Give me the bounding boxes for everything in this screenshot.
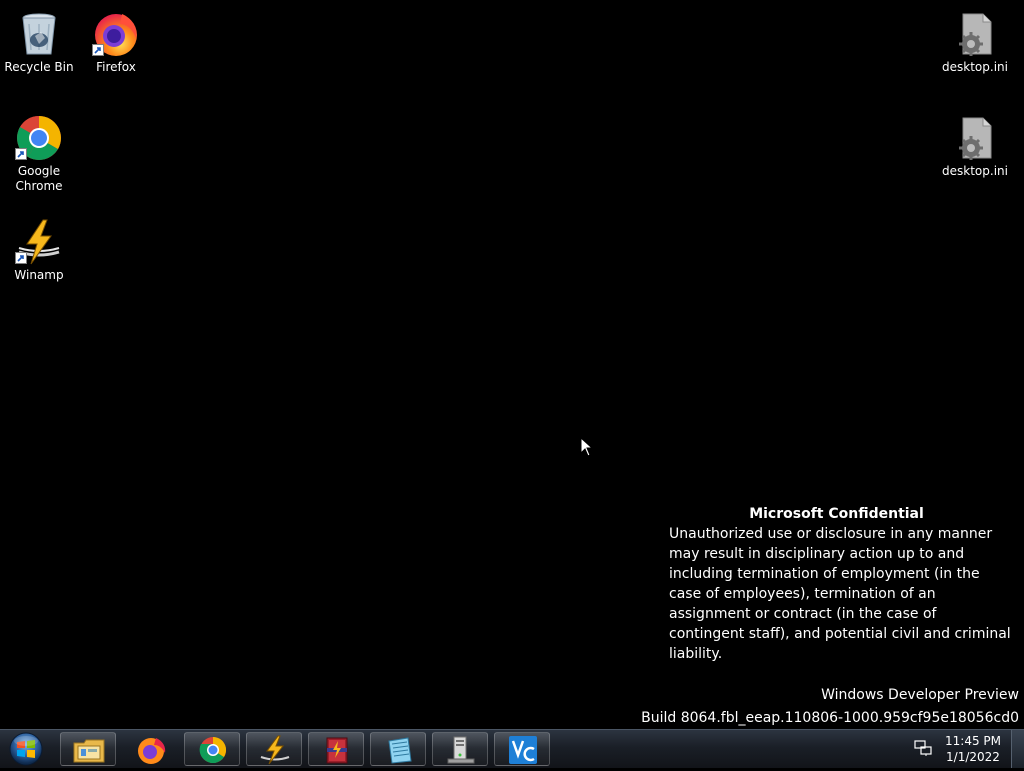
- taskbar-winamp[interactable]: [246, 732, 302, 766]
- winamp-icon: [15, 218, 63, 266]
- taskbar-notepad[interactable]: [370, 732, 426, 766]
- winrar-icon: [326, 737, 348, 764]
- watermark-build: Build 8064.fbl_eeap.110806-1000.959cf95e…: [641, 710, 1019, 726]
- desktop-icon-label: desktop.ini: [942, 60, 1008, 74]
- desktop-icon-firefox[interactable]: Firefox: [78, 6, 154, 75]
- desktop-icon-desktop-ini-1[interactable]: desktop.ini: [937, 6, 1013, 75]
- desktop[interactable]: Recycle Bin Firefox Google Chrome Winamp…: [0, 0, 1024, 729]
- firefox-icon: [92, 10, 140, 58]
- watermark-edition: Windows Developer Preview: [821, 687, 1019, 703]
- notice-body: Unauthorized use or disclosure in any ma…: [669, 526, 1011, 662]
- desktop-icon-label: desktop.ini: [942, 164, 1008, 178]
- taskbar: 11:45 PM 1/1/2022: [0, 729, 1024, 768]
- mouse-cursor-icon: [580, 437, 594, 457]
- start-button[interactable]: [6, 731, 46, 767]
- taskbar-file-explorer[interactable]: [60, 732, 116, 766]
- clock-time: 11:45 PM: [945, 734, 1001, 748]
- windows-logo-icon: [9, 732, 43, 766]
- firefox-icon: [138, 738, 166, 764]
- recycle-bin-icon: [15, 10, 63, 58]
- winamp-icon: [260, 735, 290, 765]
- desktop-icon-desktop-ini-2[interactable]: desktop.ini: [937, 110, 1013, 179]
- taskbar-winrar[interactable]: [308, 732, 364, 766]
- clock-date: 1/1/2022: [946, 750, 1000, 764]
- notice-title: Microsoft Confidential: [749, 506, 924, 522]
- desktop-icon-google-chrome[interactable]: Google Chrome: [1, 110, 77, 194]
- desktop-icon-label: Google Chrome: [15, 164, 63, 193]
- taskbar-server[interactable]: [432, 732, 488, 766]
- server-icon: [447, 736, 475, 764]
- network-icon[interactable]: [914, 740, 932, 756]
- settings-file-icon: [951, 114, 999, 162]
- taskbar-vc-app[interactable]: [494, 732, 550, 766]
- system-clock[interactable]: 11:45 PM 1/1/2022: [940, 733, 1006, 765]
- show-desktop-button[interactable]: [1011, 730, 1024, 768]
- shortcut-arrow-icon: [92, 44, 104, 56]
- chrome-icon: [199, 736, 227, 764]
- vc-icon: [509, 736, 537, 764]
- taskbar-firefox[interactable]: [122, 732, 178, 766]
- desktop-icon-label: Firefox: [96, 60, 136, 74]
- desktop-icon-winamp[interactable]: Winamp: [1, 214, 77, 283]
- desktop-icon-recycle-bin[interactable]: Recycle Bin: [1, 6, 77, 75]
- file-explorer-icon: [73, 739, 105, 763]
- settings-file-icon: [951, 10, 999, 58]
- confidential-notice: Microsoft Confidential Unauthorized use …: [669, 504, 1014, 664]
- desktop-icon-label: Winamp: [14, 268, 64, 282]
- chrome-icon: [15, 114, 63, 162]
- shortcut-arrow-icon: [15, 148, 27, 160]
- taskbar-chrome[interactable]: [184, 732, 240, 766]
- notepad-icon: [388, 737, 412, 764]
- desktop-icon-label: Recycle Bin: [4, 60, 74, 74]
- shortcut-arrow-icon: [15, 252, 27, 264]
- build-watermark: Windows Developer Preview Build 8064.fbl…: [641, 684, 1019, 730]
